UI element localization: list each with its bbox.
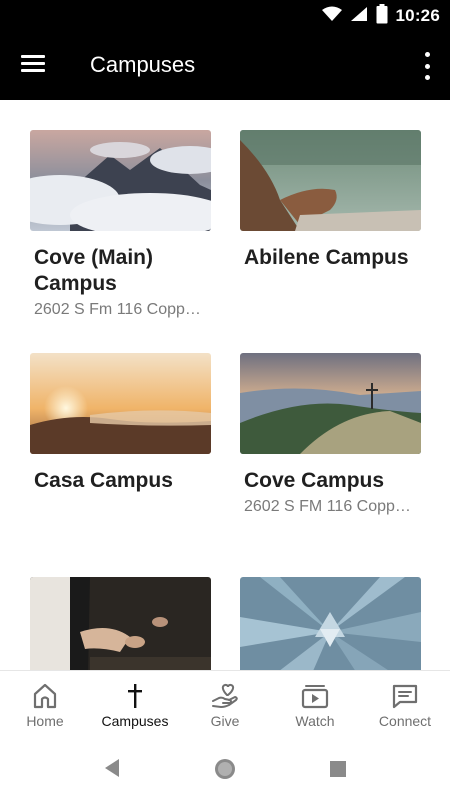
campus-title: Abilene Campus [244,246,409,269]
app-bar: Campuses [0,32,450,100]
hamburger-line [21,62,45,65]
nav-connect[interactable]: Connect [360,671,450,740]
nav-campuses[interactable]: Campuses [90,671,180,740]
campus-address: 2602 S Fm 116 Copperas Cove, TX [34,301,209,318]
campus-list: Cove (Main) Campus 2602 S Fm 116 Coppera… [0,100,450,670]
campus-image-cross-hill [240,353,421,454]
message-icon [391,671,419,711]
home-circle-icon[interactable] [213,757,237,786]
bottom-navigation: Home Campuses Give Watch Connect [0,670,450,740]
home-icon [33,671,57,711]
campus-title: Cove Campus [244,469,385,492]
hamburger-icon [21,55,45,58]
nav-home[interactable]: Home [0,671,90,740]
status-bar: 10:26 [0,0,450,32]
campus-card[interactable]: Abilene Campus [240,130,421,271]
campus-card[interactable]: Cove (Main) Campus 2602 S Fm 116 Coppera… [30,130,211,319]
recents-icon[interactable] [330,761,346,782]
hamburger-line [21,69,45,72]
system-navigation [0,740,450,800]
nav-label: Home [26,713,64,729]
campus-image-clouds [30,130,211,231]
menu-button[interactable] [20,52,50,80]
campus-card[interactable] [240,577,421,670]
campus-card[interactable]: Casa Campus [30,353,211,494]
cross-icon [126,671,144,711]
campus-card[interactable] [30,577,211,670]
more-options-button[interactable] [422,52,432,80]
campus-card[interactable]: Cove Campus 2602 S FM 116 Copperas Cove,… [240,353,421,516]
campus-image-worship [30,577,211,670]
campus-image-sunset [30,353,211,454]
campus-image-praying-hands [240,130,421,231]
wifi-icon [321,6,342,27]
nav-label: Campuses [101,713,169,729]
campus-image-succulent [240,577,421,670]
battery-icon [376,3,388,29]
nav-label: Give [210,713,240,729]
nav-watch[interactable]: Watch [270,671,360,740]
page-title: Campuses [90,52,196,77]
signal-icon [350,6,368,27]
nav-label: Watch [295,713,335,729]
status-icons: 10:26 [321,0,440,32]
nav-give[interactable]: Give [180,671,270,740]
video-icon [301,671,329,711]
more-vertical-icon [424,52,430,57]
dot [424,75,430,80]
campus-address: 2602 S FM 116 Copperas Cove, TX [244,498,419,515]
dot [424,63,430,69]
clock: 10:26 [395,6,440,25]
campus-title: Cove (Main) Campus [34,246,154,295]
nav-label: Connect [378,713,432,729]
back-icon[interactable] [103,758,121,783]
campus-title: Casa Campus [34,469,173,492]
hand-heart-icon [211,671,239,711]
